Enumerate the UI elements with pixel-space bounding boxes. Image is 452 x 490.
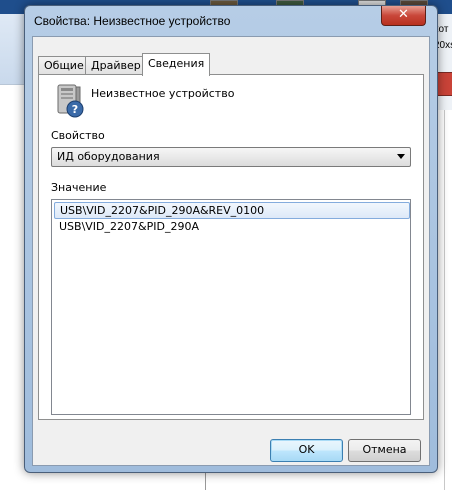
tab-general[interactable]: Общие [38,56,90,75]
background-divider [444,110,445,490]
unknown-device-icon: ? [57,84,84,118]
dialog-title: Свойства: Неизвестное устройство [34,14,231,28]
property-selected-value: ИД оборудования [57,150,160,163]
close-icon: ✕ [398,7,409,22]
details-panel: ? Неизвестное устройство Свойство ИД обо… [38,74,424,420]
property-dropdown[interactable]: ИД оборудования [51,147,411,167]
cancel-button[interactable]: Отмена [348,439,421,462]
ok-button[interactable]: OK [270,439,343,462]
value-label: Значение [51,181,107,194]
list-item[interactable]: USB\VID_2207&PID_290A&REV_0100 [54,202,410,219]
list-item[interactable]: USB\VID_2207&PID_290A [54,219,408,234]
background-close-icon [436,72,452,96]
background-divider [0,84,24,85]
properties-dialog: Свойства: Неизвестное устройство ✕ Общие… [24,5,438,473]
dialog-client-area: Общие Драйвер Сведения ? Неизвестное уст… [32,36,430,466]
device-name: Неизвестное устройство [91,87,235,100]
value-listbox[interactable]: USB\VID_2207&PID_290A&REV_0100 USB\VID_2… [51,199,411,415]
close-button[interactable]: ✕ [381,6,426,26]
tab-details[interactable]: Сведения [142,53,211,76]
background-window-edge [0,14,25,84]
dialog-titlebar[interactable]: Свойства: Неизвестное устройство ✕ [25,6,437,36]
chevron-down-icon [397,154,405,159]
tab-driver[interactable]: Драйвер [85,56,147,75]
property-label: Свойство [51,129,105,142]
background-divider [205,470,206,490]
svg-text:?: ? [72,103,78,116]
